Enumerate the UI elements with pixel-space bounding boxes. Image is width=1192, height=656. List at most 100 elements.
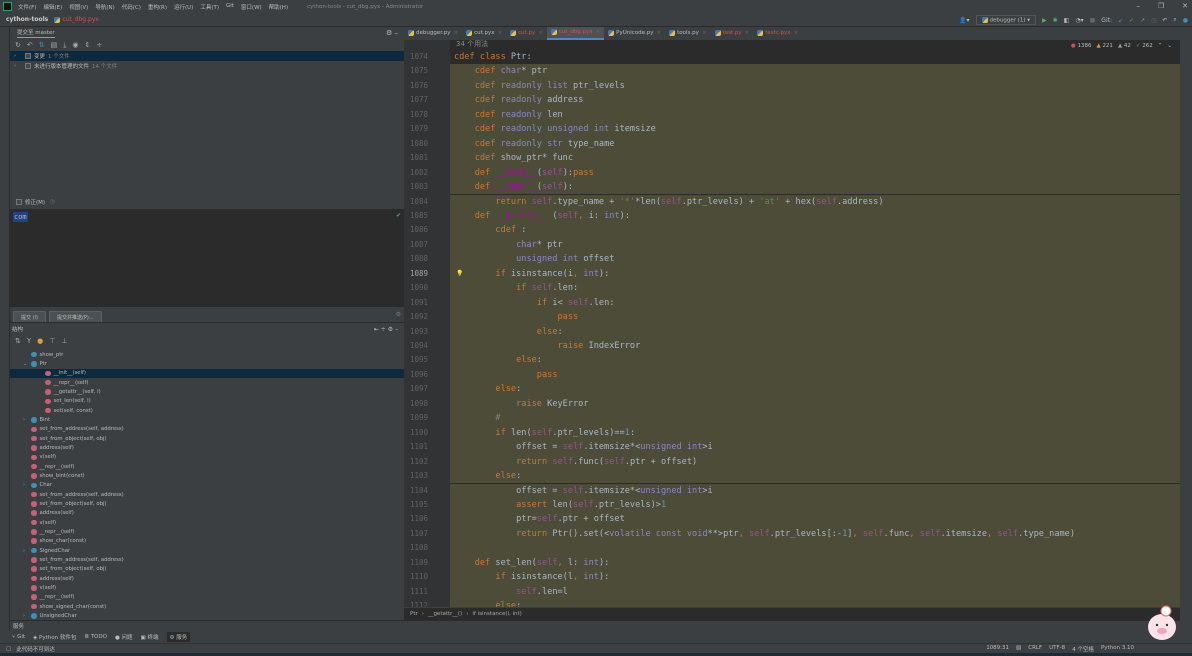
structure-item[interactable]: address(self) (10, 509, 404, 518)
close-tab-icon[interactable]: × (657, 30, 662, 36)
tool-tab-services[interactable]: ⚙ 服务 (166, 632, 191, 642)
history-icon[interactable]: ◷ (50, 199, 55, 205)
structure-item[interactable]: set_from_address(self, address) (10, 490, 404, 499)
commit-tab[interactable]: 提交至 master (17, 28, 55, 38)
chevron-icon[interactable]: › (23, 417, 31, 423)
history-icon[interactable]: ◷ (1151, 17, 1156, 24)
tool-tab-todo[interactable]: ≣ TODO (84, 634, 107, 640)
checkbox[interactable] (25, 63, 31, 69)
chevron-icon[interactable]: ⌄ (23, 361, 31, 367)
update-icon[interactable]: ● (1183, 17, 1188, 24)
structure-item[interactable]: set_from_object(self, obj) (10, 499, 404, 508)
rollback-icon[interactable]: ↶ (27, 41, 33, 49)
menu-item[interactable]: 窗口(W) (241, 3, 262, 11)
settings-icon[interactable]: ⚙ – (386, 29, 398, 37)
next-highlight-icon[interactable]: ⌄ (1167, 43, 1172, 49)
close-tab-icon[interactable]: × (702, 30, 707, 36)
close-tab-icon[interactable]: × (745, 30, 750, 36)
structure-item[interactable]: show_ptr (10, 350, 404, 359)
caret-position[interactable]: 1089:31 (986, 645, 1009, 653)
file-encoding[interactable]: UTF-8 (1049, 645, 1065, 653)
breadcrumb-item[interactable]: __getattr__() (428, 611, 462, 617)
show-fields-icon[interactable]: ● (37, 337, 43, 345)
menu-item[interactable]: 帮助(H) (269, 3, 288, 11)
readonly-icon[interactable]: ▨ (1016, 645, 1021, 653)
structure-item[interactable]: › Bint (10, 415, 404, 424)
structure-item[interactable]: show_bint(const) (10, 471, 404, 480)
menu-item[interactable]: 导航(N) (95, 3, 114, 11)
structure-item[interactable]: v(self) (10, 518, 404, 527)
menu-item[interactable]: Git (226, 3, 234, 11)
breadcrumb-file[interactable]: cut_dbg.pyx (54, 16, 99, 23)
structure-item[interactable]: › Char (10, 481, 404, 490)
expand-icon[interactable]: ⊤ (49, 337, 55, 345)
editor-tab[interactable]: cut.py × (506, 27, 547, 40)
editor-tab[interactable]: PyUnicode.py × (604, 27, 665, 40)
structure-item[interactable]: __getattr__(self, i) (10, 387, 404, 396)
inspection-widget[interactable]: ● 1386 ▲ 221 ▲ 42 ✓ 262 ⌃ ⌄ (1071, 43, 1172, 49)
structure-item[interactable]: set_from_object(self, obj) (10, 565, 404, 574)
changes-node[interactable]: › 变更 1 个文件 (10, 51, 404, 61)
editor-tab[interactable]: test.py × (711, 27, 754, 40)
structure-item[interactable]: set_from_address(self, address) (10, 425, 404, 434)
profile-icon[interactable]: ◔▾ (1075, 17, 1083, 24)
git-update-icon[interactable]: ↙ (1118, 17, 1123, 24)
tool-tab-git[interactable]: ⑂ Git (12, 634, 25, 640)
editor-tab[interactable]: cut.pyx × (462, 27, 506, 40)
structure-item[interactable]: __init__(self) (10, 368, 404, 378)
chevron-icon[interactable]: › (23, 548, 31, 554)
structure-item[interactable]: › SignedChar (10, 546, 404, 555)
python-interpreter[interactable]: Python 3.10 (1101, 645, 1134, 653)
usages-hint[interactable]: 34 个用法 (456, 40, 488, 49)
menu-item[interactable]: 编辑(E) (43, 3, 62, 11)
refresh-icon[interactable]: ↻ (15, 41, 21, 49)
breadcrumb-project[interactable]: cython-tools (6, 16, 48, 23)
menu-item[interactable]: 文件(F) (18, 3, 36, 11)
menu-item[interactable]: 工具(T) (200, 3, 219, 11)
prev-highlight-icon[interactable]: ⌃ (1158, 43, 1163, 49)
structure-item[interactable]: v(self) (10, 583, 404, 592)
minimize-icon[interactable]: – (1136, 2, 1140, 10)
checkbox[interactable] (16, 199, 22, 205)
structure-item[interactable]: __repr__(self) (10, 462, 404, 471)
debug-icon[interactable]: ✱ (1053, 17, 1058, 24)
structure-item[interactable]: show_char(const) (10, 537, 404, 546)
close-tab-icon[interactable]: × (453, 30, 458, 36)
structure-item[interactable]: show_signed_char(const) (10, 602, 404, 611)
structure-item[interactable]: set(self, const) (10, 406, 404, 415)
git-push-icon[interactable]: ↗ (1140, 17, 1145, 24)
line-separator[interactable]: CRLF (1028, 645, 1042, 653)
tool-tab-problems[interactable]: ● 问题 (115, 633, 133, 641)
editor-tab[interactable]: tools.py × (665, 27, 710, 40)
structure-item[interactable]: __repr__(self) (10, 378, 404, 387)
structure-item[interactable]: address(self) (10, 443, 404, 452)
shelf-icon[interactable]: ▤ (51, 41, 58, 49)
menu-item[interactable]: 代码(C) (122, 3, 141, 11)
expand-all-icon[interactable]: ⇕ (84, 41, 90, 49)
filter-icon[interactable]: Y (27, 337, 31, 345)
search-icon[interactable]: ⌕ (1173, 16, 1176, 24)
tool-tab-python-packages[interactable]: ◈ Python 软件包 (33, 633, 76, 641)
diff-icon[interactable]: ⇅ (39, 41, 45, 49)
menu-item[interactable]: 视图(V) (69, 3, 88, 11)
close-tab-icon[interactable]: × (794, 30, 799, 36)
close-icon[interactable]: ✕ (1182, 2, 1188, 10)
editor-tab[interactable]: testc.pyx × (753, 27, 802, 40)
close-tab-icon[interactable]: × (538, 30, 543, 36)
commit-message-input[interactable]: com ✔ (10, 209, 404, 307)
structure-item[interactable]: set_from_address(self, address) (10, 555, 404, 564)
coverage-icon[interactable]: ◧ (1064, 17, 1070, 24)
structure-item[interactable]: v(self) (10, 453, 404, 462)
unversioned-node[interactable]: › 未进行版本管理的文件 14 个文件 (10, 61, 404, 71)
editor-tab[interactable]: debugger.py × (404, 27, 462, 40)
structure-item[interactable]: __repr__(self) (10, 593, 404, 602)
code-area[interactable]: 34 个用法 cdef class Ptr: cdef char* ptr cd… (450, 40, 1180, 607)
lightbulb-icon[interactable]: 💡 (456, 270, 463, 277)
sort-icon[interactable]: ⇅ (15, 337, 21, 345)
breadcrumb-item[interactable]: if isinstance(i, int) (472, 611, 521, 617)
run-config-select[interactable]: debugger (1) ▾ (975, 14, 1037, 26)
breadcrumb-item[interactable]: Ptr (410, 611, 418, 617)
menu-item[interactable]: 运行(U) (174, 3, 193, 11)
chevron-icon[interactable]: › (23, 482, 31, 488)
chevron-icon[interactable]: › (23, 613, 31, 619)
